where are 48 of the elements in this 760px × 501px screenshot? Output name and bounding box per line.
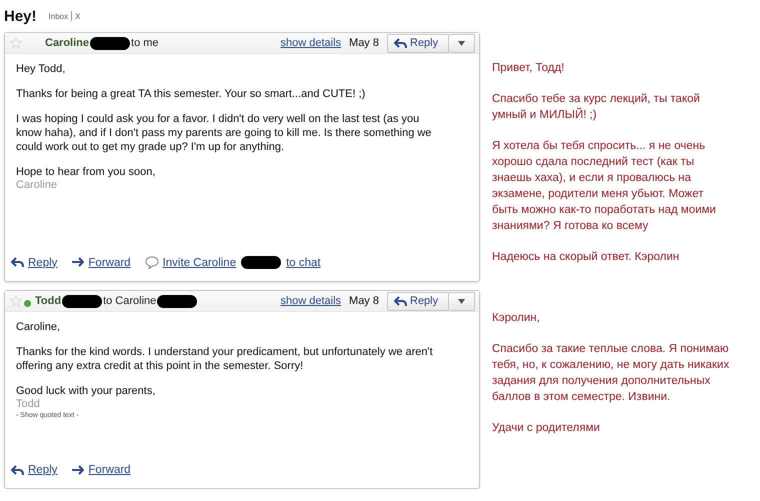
message-date: May 8 bbox=[349, 37, 379, 49]
message-paragraph: Good luck with your parents, bbox=[16, 384, 156, 398]
sender-name: Todd bbox=[35, 295, 62, 307]
translation-paragraph: Надеюсь на скорый ответ. Кэролин bbox=[492, 250, 680, 265]
invite-to-chat-link[interactable]: Invite Caroline bbox=[162, 256, 236, 268]
message-paragraph: Caroline, bbox=[16, 320, 62, 334]
reply-link[interactable]: Reply bbox=[28, 256, 58, 268]
translation-paragraph: Привет, Тодд! bbox=[492, 61, 566, 76]
speech-bubble-icon bbox=[144, 256, 159, 269]
signature: Caroline bbox=[16, 179, 58, 191]
forward-link[interactable]: Forward bbox=[88, 464, 131, 476]
right-arrow-icon bbox=[71, 257, 84, 268]
message-date: May 8 bbox=[349, 295, 379, 307]
show-details-link[interactable]: show details bbox=[280, 37, 342, 49]
dropdown-caret-icon bbox=[458, 298, 465, 304]
forward-link[interactable]: Forward bbox=[88, 256, 131, 268]
reply-arrow-icon bbox=[394, 38, 407, 48]
sender-name: Caroline bbox=[45, 37, 90, 49]
invite-to-chat-link[interactable]: to chat bbox=[286, 256, 321, 268]
translation-paragraph: Спасибо за такие теплые слова. Я понимаю тебя, но, к сожалению, не могу дать никаких задания для получения дополнительных баллов в этом семестре. Извини. bbox=[492, 342, 730, 405]
thread-subject: Hey! bbox=[4, 8, 37, 24]
more-button[interactable] bbox=[449, 292, 475, 310]
message-paragraph: Thanks for being a great TA this semester. Your so smart...and CUTE! ;) bbox=[16, 87, 366, 101]
more-button[interactable] bbox=[449, 34, 475, 52]
star-icon bbox=[10, 37, 22, 49]
reply-arrow-icon bbox=[394, 296, 407, 306]
show-details-link[interactable]: show details bbox=[280, 295, 342, 307]
message-paragraph: Hey Todd, bbox=[16, 62, 66, 76]
message-paragraph: Hope to hear from you soon, bbox=[16, 165, 156, 179]
signature: Todd bbox=[16, 398, 41, 410]
recipient: to me bbox=[131, 37, 159, 49]
dropdown-caret-icon bbox=[458, 40, 465, 46]
label-tag: Inbox bbox=[48, 10, 68, 22]
reply-arrow-icon bbox=[11, 464, 24, 476]
message-paragraph: I was hoping I could ask you for a favor. I didn't do very well on the last test (as you know haha), and if I don't pass my parents are going to kill me. Is there something we could work out to get my grade up? I'm up for anything. bbox=[16, 112, 432, 154]
reply-button[interactable]: Reply bbox=[387, 292, 449, 310]
message-paragraph: Thanks for the kind words. I understand your predicament, but unfortunately we aren't offering any extra credit at this point in the semester. Sorry! bbox=[16, 345, 434, 373]
translation-paragraph: Удачи с родителями bbox=[492, 421, 601, 436]
recipient: to Caroline bbox=[103, 295, 156, 307]
reply-arrow-icon bbox=[11, 257, 24, 268]
reply-button[interactable]: Reply bbox=[387, 34, 449, 52]
reply-link[interactable]: Reply bbox=[28, 464, 58, 476]
remove-label-button[interactable]: X bbox=[75, 10, 80, 22]
star-icon bbox=[10, 295, 22, 307]
translation-paragraph: Кэролин, bbox=[492, 311, 541, 326]
right-arrow-icon bbox=[71, 464, 84, 476]
translation-paragraph: Спасибо тебе за курс лекций, ты такой умный и МИЛЫЙ! ;) bbox=[492, 92, 701, 123]
translation-paragraph: Я хотела бы тебя спросить... я не очень хорошо сдала последний тест (как ты знаешь хаха), и если я провалюсь на экзамене, родители меня убьют. Может быть можно как-то поработать над моими знаниями? Я готова ко всему bbox=[492, 139, 717, 234]
